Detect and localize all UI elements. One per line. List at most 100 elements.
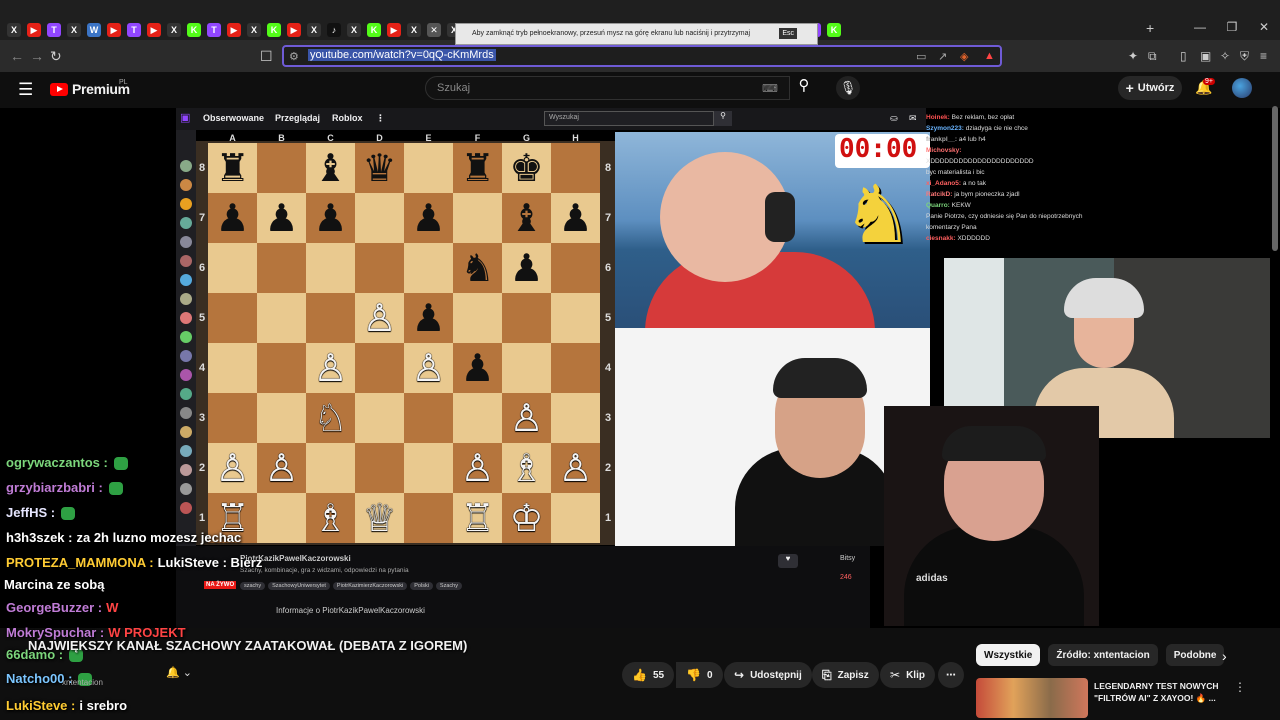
shirt-brand: adidas xyxy=(916,573,948,584)
chess-piece: ♔ xyxy=(509,496,544,540)
rank-label: 2 xyxy=(605,462,612,474)
browser-menu-icon[interactable]: ≡ xyxy=(1260,49,1267,63)
channel-name[interactable]: xntentacion xyxy=(62,678,103,687)
share-icon[interactable]: ↗ xyxy=(938,50,947,63)
browser-tab[interactable]: T xyxy=(44,20,64,40)
browser-tab[interactable]: K xyxy=(364,20,384,40)
twitch-stream-title: Szachy, kombinacje, gra z widzami, odpow… xyxy=(240,567,409,574)
create-button[interactable]: + Utwórz xyxy=(1118,76,1182,100)
save-button[interactable]: ⎘ Zapisz xyxy=(812,662,879,688)
ai-icon[interactable]: ✧ xyxy=(1220,49,1230,63)
twitch-topbar: ▣ Obserwowane Przeglądaj Roblox ⋮ Wyszuk… xyxy=(176,108,926,130)
address-bar[interactable]: ⚙ youtube.com/watch?v=0qQ-cKmMrds ▭ ↗ ◈ … xyxy=(282,45,1002,67)
twitch-prime-icon: ⛀ xyxy=(890,113,898,123)
rank-label: 3 xyxy=(605,412,612,424)
search-icon[interactable]: ⚲ xyxy=(792,76,816,100)
board-square: ♚ xyxy=(502,143,551,193)
sidebar-icon[interactable]: ▯ xyxy=(1180,49,1187,63)
notification-bell-icon[interactable]: 🔔 ⌄ xyxy=(166,666,192,679)
board-square: ♟ xyxy=(404,193,453,243)
microphone-icon[interactable]: 🎙 xyxy=(836,76,860,100)
chess-piece: ♚ xyxy=(509,146,544,190)
board-square xyxy=(404,143,453,193)
overlay-chat-text: LukiSteve : Bierz xyxy=(157,555,263,570)
board-square: ♗ xyxy=(306,493,355,543)
more-actions-button[interactable]: ⋯ xyxy=(938,662,964,688)
browser-tab[interactable]: ▶ xyxy=(384,20,404,40)
browser-tab[interactable]: X xyxy=(404,20,424,40)
browser-tab[interactable]: X xyxy=(4,20,24,40)
rewards-icon[interactable]: ▲ xyxy=(984,50,995,62)
youtube-icon: ▶ xyxy=(227,23,241,37)
new-tab-button[interactable]: + xyxy=(1146,20,1154,36)
browser-tab[interactable]: ♪ xyxy=(324,20,344,40)
brave-shield-icon[interactable]: ◈ xyxy=(960,50,968,63)
site-info-icon[interactable]: ⚙ xyxy=(289,50,299,63)
youtube-logo[interactable]: Premium xyxy=(50,81,130,97)
page-scrollbar[interactable] xyxy=(1272,106,1278,251)
forward-icon[interactable]: → xyxy=(30,48,44,64)
search-input[interactable]: Szukaj xyxy=(425,76,790,100)
filter-chip[interactable]: Wszystkie xyxy=(976,644,1041,666)
chess-piece: ♜ xyxy=(215,146,250,190)
browser-tab[interactable]: K xyxy=(184,20,204,40)
like-count: 55 xyxy=(652,669,665,681)
browser-tab[interactable]: X xyxy=(164,20,184,40)
url-text[interactable]: youtube.com/watch?v=0qQ-cKmMrds xyxy=(308,49,496,61)
browser-tab[interactable]: ▶ xyxy=(284,20,304,40)
board-square xyxy=(453,193,502,243)
browser-tab[interactable]: ✕ xyxy=(424,20,444,40)
chess-piece: ♙ xyxy=(411,346,446,390)
filter-chip[interactable]: Podobne xyxy=(1165,644,1225,666)
filter-chip[interactable]: Źródło: xntentacion xyxy=(1048,644,1158,666)
clip-button[interactable]: ✂ Klip xyxy=(880,662,935,688)
browser-tab[interactable]: T xyxy=(204,20,224,40)
hamburger-menu-icon[interactable]: ☰ xyxy=(18,80,33,100)
wallet-icon[interactable]: ▣ xyxy=(1200,49,1211,63)
overlay-chat-username: PROTEZA_MAMMONA : xyxy=(6,555,154,570)
minimize-button[interactable]: — xyxy=(1184,20,1216,34)
bookmark-icon[interactable]: ☐ xyxy=(260,48,273,65)
browser-tab[interactable]: ▶ xyxy=(24,20,44,40)
dislike-button[interactable]: 👎 0 xyxy=(676,662,723,688)
account-avatar[interactable] xyxy=(1232,78,1252,98)
rank-label: 4 xyxy=(199,362,206,374)
back-icon[interactable]: ← xyxy=(10,48,24,64)
extensions-icon[interactable]: ✦ xyxy=(1128,49,1138,63)
browser-tab[interactable]: T xyxy=(124,20,144,40)
video-player[interactable]: ▣ Obserwowane Przeglądaj Roblox ⋮ Wyszuk… xyxy=(0,108,1280,628)
browser-tab[interactable]: K xyxy=(824,20,844,40)
browser-tab[interactable]: ▶ xyxy=(104,20,124,40)
save-label: Zapisz xyxy=(837,669,869,681)
recommended-thumbnail[interactable] xyxy=(976,678,1088,718)
board-square xyxy=(208,343,257,393)
file-label: A xyxy=(229,133,236,143)
browser-tab[interactable]: K xyxy=(264,20,284,40)
tab-search-icon[interactable]: ⧉ xyxy=(1148,49,1157,64)
overlay-chat-line: h3h3szek : za 2h luzno mozesz jechac xyxy=(6,530,241,545)
chat-username: ciesnakk: xyxy=(926,235,958,242)
cast-icon[interactable]: ▭ xyxy=(916,50,926,63)
recommended-menu-icon[interactable]: ⋮ xyxy=(1234,680,1246,694)
browser-tab[interactable]: W xyxy=(84,20,104,40)
board-square xyxy=(404,393,453,443)
close-window-button[interactable]: ✕ xyxy=(1248,20,1280,34)
reload-icon[interactable]: ↻ xyxy=(50,48,62,65)
keyboard-icon[interactable]: ⌨ xyxy=(762,82,778,95)
twitch-logo-icon: ▣ xyxy=(180,112,191,124)
recommended-title[interactable]: LEGENDARNY TEST NOWYCH "FILTRÓW AI" Z XA… xyxy=(1094,680,1224,704)
youtube-icon: ▶ xyxy=(27,23,41,37)
browser-tab[interactable]: ▶ xyxy=(144,20,164,40)
share-button[interactable]: ↪ Udostępnij xyxy=(724,662,812,688)
vpn-icon[interactable]: ⛨ xyxy=(1240,49,1249,64)
like-button[interactable]: 👍 55 xyxy=(622,662,675,688)
maximize-button[interactable]: ❐ xyxy=(1216,20,1248,34)
browser-tab[interactable]: X xyxy=(304,20,324,40)
browser-tab[interactable]: X xyxy=(344,20,364,40)
browser-tab[interactable]: ▶ xyxy=(224,20,244,40)
browser-tab[interactable]: X xyxy=(244,20,264,40)
browser-tab[interactable]: X xyxy=(64,20,84,40)
chevron-right-icon[interactable]: › xyxy=(1222,648,1227,664)
followed-channel-avatar xyxy=(180,255,192,267)
twitch-nav-browse: Przeglądaj xyxy=(275,113,321,123)
